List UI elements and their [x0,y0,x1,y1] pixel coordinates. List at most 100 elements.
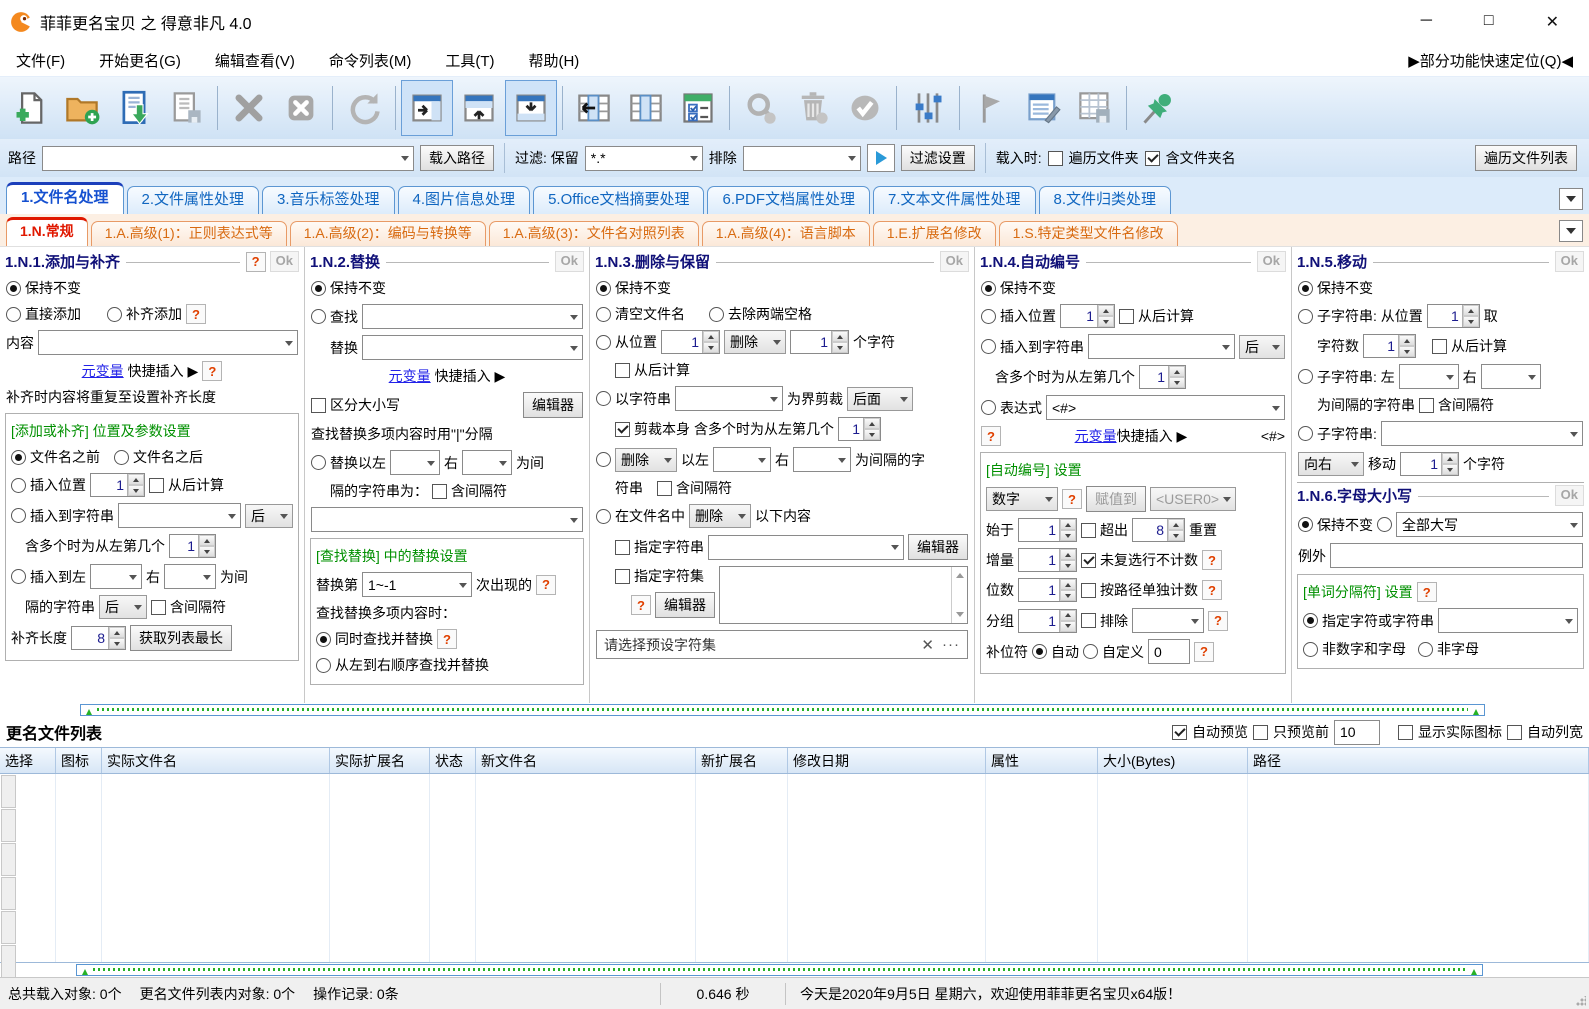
tab-filename-processing[interactable]: 1.文件名处理 [6,182,124,214]
p2-incl-sep-checkbox[interactable] [432,483,447,499]
p3-charset-editor-button[interactable]: 编辑器 [655,592,715,618]
p5-calc-from-end-checkbox[interactable] [1432,338,1447,354]
help-icon[interactable]: ? [631,595,651,615]
p3-delete-dropdown[interactable]: 删除 [724,330,786,354]
p4-type-dropdown[interactable]: 数字 [986,487,1058,511]
subtab-normal[interactable]: 1.N.常规 [6,217,88,246]
keep-filter-combobox[interactable]: *.* [584,145,703,171]
p2-find-radio[interactable] [311,309,326,324]
scrollbar[interactable] [951,567,967,623]
p1-insert-pos-radio[interactable] [11,477,26,493]
p3-from-pos-radio[interactable] [596,334,611,350]
refresh-button[interactable] [338,80,390,136]
subtab-advanced-2-encoding[interactable]: 1.A.高级(2)：编码与转换等 [289,221,486,246]
load-path-button[interactable]: 载入路径 [420,145,494,171]
p5-substr-between-radio[interactable] [1298,369,1313,384]
p5-left-sep-combobox[interactable] [1398,364,1459,389]
p2-case-sensitive-checkbox[interactable] [311,397,326,413]
p2-simultaneous-radio[interactable] [316,631,331,647]
help-icon[interactable]: ? [186,304,206,324]
panel-top-button[interactable] [453,80,505,136]
column-header-actual-filename[interactable]: 实际文件名 [102,748,330,773]
p1-keep-radio[interactable] [6,280,21,296]
column-view-button[interactable] [620,80,672,136]
help-icon[interactable]: ? [1416,582,1437,602]
auto-preview-checkbox[interactable] [1172,724,1187,740]
p3-pos-spinner[interactable]: 1 [661,330,720,354]
help-icon[interactable]: ? [1202,550,1222,570]
close-button[interactable]: ✕ [1546,12,1559,32]
column-header-path[interactable]: 路径 [1248,748,1589,773]
p5-incl-sep-checkbox[interactable] [1419,397,1434,413]
traverse-file-list-button[interactable]: 遍历文件列表 [1475,145,1577,171]
remove-all-button[interactable] [275,80,327,136]
load-list-button[interactable] [108,80,160,136]
p3-spec-charset-checkbox[interactable] [615,568,630,584]
p4-custom-input[interactable]: 0 [1148,639,1190,664]
p4-over-spinner[interactable]: 8 [1132,518,1185,542]
panel4-ok[interactable]: Ok [1256,251,1286,272]
tab-pdf-properties[interactable]: 6.PDF文档属性处理 [707,186,870,214]
p5-count-spinner[interactable]: 1 [1363,334,1416,358]
p3-crop-side-dropdown[interactable]: 后面 [847,386,913,411]
p1-calc-from-end-checkbox[interactable] [149,477,164,493]
p4-insert-string-combobox[interactable] [1088,334,1235,359]
column-header-icon[interactable]: 图标 [56,748,102,773]
p4-quick-insert-label[interactable]: 快捷插入 ▶ [1117,428,1188,444]
maximize-button[interactable]: □ [1484,12,1494,32]
help-icon[interactable]: ? [1194,641,1214,662]
remove-button[interactable] [223,80,275,136]
p2-nth-combobox[interactable]: 1~-1 [362,572,472,597]
p1-right-sep-combobox[interactable] [164,564,216,589]
p4-keep-radio[interactable] [981,280,996,296]
p3-keep-radio[interactable] [596,280,611,296]
subtab-extension-modify[interactable]: 1.E.扩展名修改 [872,221,996,246]
p1-after-dropdown2[interactable]: 后 [99,595,147,619]
tab-file-attributes[interactable]: 2.文件属性处理 [126,186,260,214]
p4-exclude-checkbox[interactable] [1081,613,1096,628]
p4-digits-spinner[interactable]: 1 [1018,578,1077,602]
p2-replace-combobox[interactable] [362,335,583,360]
traverse-folders-checkbox[interactable] [1047,150,1063,166]
p1-get-longest-button[interactable]: 获取列表最长 [130,625,232,651]
tab-file-classification[interactable]: 8.文件归类处理 [1038,186,1172,214]
p1-direct-add-radio[interactable] [6,306,21,322]
subtab-advanced-1-regex[interactable]: 1.A.高级(1)：正则表达式等 [90,221,287,246]
minimize-button[interactable]: ─ [1421,12,1432,32]
p1-quick-insert-label[interactable]: 快捷插入 ▶ [128,361,199,381]
p1-insert-to-string-radio[interactable] [11,508,26,523]
add-folder-button[interactable] [56,80,108,136]
help-icon[interactable]: ? [1208,610,1228,631]
column-header-new-extension[interactable]: 新扩展名 [696,748,788,773]
tab-office-summary[interactable]: 5.Office文档摘要处理 [533,186,705,214]
p1-pad-add-radio[interactable] [107,306,122,322]
p5-keep-radio[interactable] [1298,280,1313,296]
tab-text-file-attributes[interactable]: 7.文本文件属性处理 [873,186,1036,214]
p3-right-sep-combobox[interactable] [793,447,851,472]
column-header-select[interactable]: 选择 [0,748,56,773]
preview-first-checkbox[interactable] [1253,724,1268,740]
p5-substr-combobox[interactable] [1380,421,1583,446]
panel5-ok[interactable]: Ok [1554,251,1584,272]
p3-multi-spinner[interactable]: 1 [838,417,881,441]
p4-metavar-link[interactable]: 元变量 [1075,428,1117,444]
subtab-advanced-3-compare-list[interactable]: 1.A.高级(3)：文件名对照列表 [488,221,699,246]
column-header-status[interactable]: 状态 [430,748,476,773]
p4-custom-radio[interactable] [1083,644,1098,659]
panel2-ok[interactable]: Ok [554,251,584,272]
include-folder-names-checkbox[interactable] [1144,150,1160,166]
tab-image-info[interactable]: 4.图片信息处理 [397,186,531,214]
p3-trim-spaces-radio[interactable] [709,306,724,322]
check-options-button[interactable] [672,80,724,136]
p5-move-spinner[interactable]: 1 [1400,452,1459,476]
p6-spec-chars-radio[interactable] [1303,613,1318,628]
horizontal-splitter-bottom[interactable] [76,964,1483,976]
panel3-ok[interactable]: Ok [939,251,969,272]
p3-in-name-dropdown[interactable]: 删除 [689,504,751,528]
p2-right-sep-combobox[interactable] [462,450,512,475]
show-real-icons-checkbox[interactable] [1398,724,1413,740]
p4-insert-pos-radio[interactable] [981,308,996,324]
more-icon[interactable]: ··· [942,636,960,653]
sub-tabs-dropdown-button[interactable] [1559,220,1583,242]
p1-pad-len-spinner[interactable]: 8 [71,626,126,650]
